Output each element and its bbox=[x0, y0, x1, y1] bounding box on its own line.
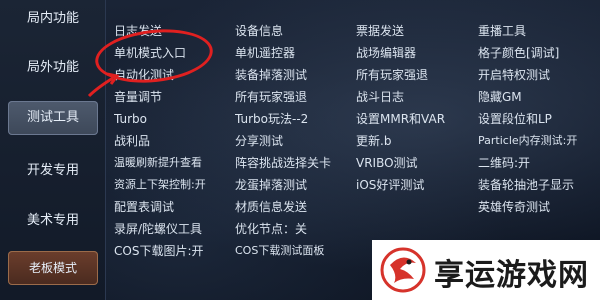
menu-item-particle-memory-test[interactable]: Particle内存测试:开 bbox=[478, 130, 600, 152]
menu-item-hero-legend-test[interactable]: 英雄传奇测试 bbox=[478, 196, 600, 218]
menu-item-privilege-test[interactable]: 开启特权测试 bbox=[478, 64, 600, 86]
menu-item-replay-tool[interactable]: 重播工具 bbox=[478, 20, 600, 42]
menu-item-turbo[interactable]: Turbo bbox=[114, 108, 235, 130]
menu-item-empty-9-3 bbox=[478, 218, 600, 240]
menu-item-vribo-test[interactable]: VRIBO测试 bbox=[356, 152, 478, 174]
menu-item-battle-log[interactable]: 战斗日志 bbox=[356, 86, 478, 108]
menu-item-volume[interactable]: 音量调节 bbox=[114, 86, 235, 108]
menu-item-all-players-quit-a[interactable]: 所有玩家强退 bbox=[356, 64, 478, 86]
menu-item-equip-pool-display[interactable]: 装备轮抽池子显示 bbox=[478, 174, 600, 196]
menu-item-config-debug[interactable]: 配置表调试 bbox=[114, 196, 235, 218]
menu-item-lineup-challenge[interactable]: 阵容挑战选择关卡 bbox=[235, 152, 356, 174]
menu-item-record-gyro-tool[interactable]: 录屏/陀螺仪工具 bbox=[114, 218, 235, 240]
menu-item-set-mmr-var[interactable]: 设置MMR和VAR bbox=[356, 108, 478, 130]
dragon-logo-icon bbox=[380, 247, 426, 293]
menu-item-empty-9-2 bbox=[356, 218, 478, 240]
menu-item-ios-review-test[interactable]: iOS好评测试 bbox=[356, 174, 478, 196]
menu-item-grid-color-debug[interactable]: 格子颜色[调试] bbox=[478, 42, 600, 64]
sidebar: 局内功能 局外功能 测试工具 开发专用 美术专用 老板模式 bbox=[0, 0, 106, 300]
menu-item-optimize-node[interactable]: 优化节点：关 bbox=[235, 218, 356, 240]
menu-item-cos-download-image[interactable]: COS下载图片:开 bbox=[114, 240, 235, 262]
menu-item-empty-8-2 bbox=[356, 196, 478, 218]
menu-item-refresh-view[interactable]: 温暖刷新提升查看 bbox=[114, 152, 235, 174]
menu-item-single-remote[interactable]: 单机遥控器 bbox=[235, 42, 356, 64]
menu-item-material-info[interactable]: 材质信息发送 bbox=[235, 196, 356, 218]
menu-item-update-b[interactable]: 更新.b bbox=[356, 130, 478, 152]
watermark-logo: 享运游戏网 bbox=[372, 240, 600, 300]
sidebar-item-art-only[interactable]: 美术专用 bbox=[8, 204, 98, 238]
sidebar-item-dev-only[interactable]: 开发专用 bbox=[8, 154, 98, 188]
menu-item-set-rank-lp[interactable]: 设置段位和LP bbox=[478, 108, 600, 130]
annotation-arrow-icon bbox=[87, 72, 120, 98]
menu-item-cos-download-panel[interactable]: COS下载测试面板 bbox=[235, 240, 356, 262]
menu-item-share-test[interactable]: 分享测试 bbox=[235, 130, 356, 152]
menu-item-hide-gm[interactable]: 隐藏GM bbox=[478, 86, 600, 108]
menu-item-loot[interactable]: 战利品 bbox=[114, 130, 235, 152]
menu-item-dragon-egg-test[interactable]: 龙蛋掉落测试 bbox=[235, 174, 356, 196]
menu-item-equip-drop-test[interactable]: 装备掉落测试 bbox=[235, 64, 356, 86]
menu-item-ticket-send[interactable]: 票据发送 bbox=[356, 20, 478, 42]
menu-item-device-info[interactable]: 设备信息 bbox=[235, 20, 356, 42]
menu-item-all-players-quit-b[interactable]: 所有玩家强退 bbox=[235, 86, 356, 108]
menu-item-turbo-mode-2[interactable]: Turbo玩法--2 bbox=[235, 108, 356, 130]
menu-item-resource-control[interactable]: 资源上下架控制:开 bbox=[114, 174, 235, 196]
watermark-text: 享运游戏网 bbox=[434, 258, 589, 293]
menu-item-battlefield-editor[interactable]: 战场编辑器 bbox=[356, 42, 478, 64]
sidebar-item-boss-mode[interactable]: 老板模式 bbox=[8, 251, 98, 285]
menu-item-qrcode[interactable]: 二维码:开 bbox=[478, 152, 600, 174]
sidebar-item-test-tools[interactable]: 测试工具 bbox=[8, 101, 98, 135]
sidebar-item-in-game[interactable]: 局内功能 bbox=[8, 2, 98, 36]
